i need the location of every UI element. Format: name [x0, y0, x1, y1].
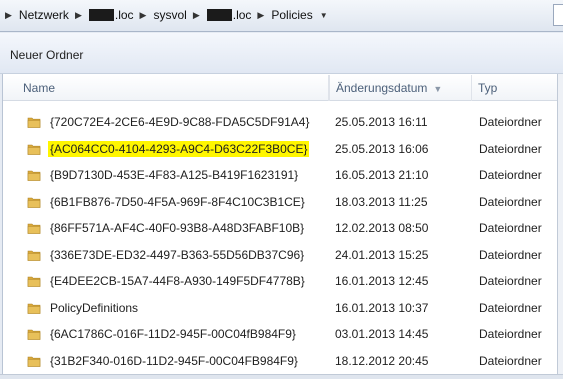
file-rows: {720C72E4-2CE6-4E9D-9C88-FDA5C5DF91A4} 25…	[3, 109, 558, 374]
file-name[interactable]: {86FF571A-AF4C-40F0-93B8-A48D3FABF10B}	[48, 220, 306, 236]
folder-icon	[27, 168, 41, 182]
file-type: Dateiordner	[479, 221, 542, 235]
folder-icon	[27, 115, 41, 129]
window-bottom-edge	[0, 374, 563, 379]
chevron-right-icon[interactable]: ▶	[188, 10, 206, 21]
file-modified-date: 16.01.2013 10:37	[335, 300, 429, 315]
sort-descending-icon: ▼	[433, 84, 443, 94]
file-type: Dateiordner	[479, 327, 542, 341]
file-name[interactable]: {6B1FB876-7D50-4F5A-969F-8F4C10C3B1CE}	[48, 194, 307, 210]
folder-icon	[27, 221, 41, 235]
redaction-bar	[206, 9, 232, 21]
column-header-name[interactable]: Name	[13, 75, 329, 101]
folder-icon	[27, 274, 41, 288]
column-header-date-label: Änderungsdatum	[336, 81, 428, 95]
file-name[interactable]: {6AC1786C-016F-11D2-945F-00C04fB984F9}	[48, 326, 298, 342]
breadcrumb-item-policies[interactable]: Policies	[270, 8, 313, 22]
file-name[interactable]: {336E73DE-ED32-4497-B363-55D56DB37C96}	[48, 247, 306, 263]
table-row[interactable]: {336E73DE-ED32-4497-B363-55D56DB37C96} 24…	[3, 242, 558, 269]
chevron-right-icon[interactable]: ▶	[70, 10, 88, 21]
file-type: Dateiordner	[479, 141, 542, 156]
folder-icon	[27, 354, 41, 368]
breadcrumb-item-domain-2[interactable]: .loc	[206, 8, 253, 22]
folder-icon	[27, 301, 41, 315]
file-type: Dateiordner	[479, 194, 542, 209]
chevron-right-icon[interactable]: ▶	[135, 10, 153, 21]
file-modified-date: 03.01.2013 14:45	[335, 327, 429, 341]
column-header-type-label: Typ	[478, 81, 498, 95]
file-name[interactable]: {31B2F340-016D-11D2-945F-00C04FB984F9}	[48, 353, 300, 369]
table-row[interactable]: PolicyDefinitions 16.01.2013 10:37 Dateior…	[3, 295, 558, 322]
file-modified-date: 12.02.2013 08:50	[335, 221, 429, 235]
breadcrumb-item-network[interactable]: Netzwerk	[18, 8, 70, 22]
table-row[interactable]: {AC064CC0-4104-4293-A9C4-D63C22F3B0CE} 25…	[3, 136, 558, 163]
table-row[interactable]: {720C72E4-2CE6-4E9D-9C88-FDA5C5DF91A4} 25…	[3, 109, 558, 136]
file-name[interactable]: {B9D7130D-453E-4F83-A125-B419F1623191}	[48, 167, 300, 183]
breadcrumb-item-domain-1[interactable]: .loc	[88, 8, 135, 22]
column-header-row: Name Änderungsdatum ▼ Typ	[3, 75, 558, 101]
chevron-down-icon[interactable]: ▼	[314, 11, 328, 20]
table-row[interactable]: {31B2F340-016D-11D2-945F-00C04FB984F9} 18…	[3, 348, 558, 375]
column-header-date[interactable]: Änderungsdatum ▼	[329, 75, 472, 101]
file-modified-date: 25.05.2013 16:11	[335, 115, 428, 129]
file-type: Dateiordner	[479, 274, 542, 288]
table-row[interactable]: {6AC1786C-016F-11D2-945F-00C04fB984F9} 03…	[3, 321, 558, 348]
file-type: Dateiordner	[479, 168, 542, 182]
table-row[interactable]: {E4DEE2CB-15A7-44F8-A930-149F5DF4778B} 16…	[3, 268, 558, 295]
folder-icon	[27, 327, 41, 341]
folder-icon	[27, 195, 41, 209]
column-header-name-label: Name	[23, 81, 56, 95]
file-type: Dateiordner	[479, 247, 542, 262]
chevron-right-icon[interactable]: ▶	[0, 10, 18, 21]
file-name[interactable]: {AC064CC0-4104-4293-A9C4-D63C22F3B0CE}	[48, 140, 310, 157]
folder-icon	[27, 248, 41, 262]
file-name[interactable]: {720C72E4-2CE6-4E9D-9C88-FDA5C5DF91A4}	[48, 114, 311, 130]
file-type: Dateiordner	[479, 115, 542, 129]
file-type: Dateiordner	[479, 300, 542, 315]
address-bar[interactable]: ▶ Netzwerk ▶ .loc ▶ sysvol ▶ .loc ▶ Poli…	[0, 0, 563, 32]
file-type: Dateiordner	[479, 353, 542, 368]
breadcrumb-item-domain-2-label: .loc	[232, 8, 252, 22]
file-name[interactable]: {E4DEE2CB-15A7-44F8-A930-149F5DF4778B}	[48, 273, 307, 289]
address-dropdown-button[interactable]	[553, 4, 563, 26]
redaction-bar	[88, 9, 114, 21]
breadcrumb-item-sysvol[interactable]: sysvol	[152, 8, 187, 22]
file-name[interactable]: PolicyDefinitions	[48, 300, 140, 316]
file-list: Name Änderungsdatum ▼ Typ {720C72E4-2CE6-…	[2, 74, 558, 374]
file-modified-date: 16.01.2013 12:45	[335, 274, 429, 288]
scrollbar-track[interactable]	[557, 74, 563, 379]
table-row[interactable]: {86FF571A-AF4C-40F0-93B8-A48D3FABF10B} 12…	[3, 215, 558, 242]
table-row[interactable]: {B9D7130D-453E-4F83-A125-B419F1623191} 16…	[3, 162, 558, 189]
table-row[interactable]: {6B1FB876-7D50-4F5A-969F-8F4C10C3B1CE} 18…	[3, 189, 558, 216]
file-modified-date: 16.05.2013 21:10	[335, 168, 429, 182]
new-folder-button[interactable]: Neuer Ordner	[6, 45, 87, 65]
file-modified-date: 18.12.2012 20:45	[335, 353, 429, 368]
breadcrumb-item-domain-1-label: .loc	[114, 8, 134, 22]
file-modified-date: 18.03.2013 11:25	[335, 194, 428, 209]
folder-icon	[27, 142, 41, 156]
chevron-right-icon[interactable]: ▶	[252, 10, 270, 21]
file-modified-date: 25.05.2013 16:06	[335, 141, 429, 156]
column-header-type[interactable]: Typ	[472, 75, 558, 101]
command-bar: Neuer Ordner	[0, 33, 563, 74]
file-modified-date: 24.01.2013 15:25	[335, 247, 429, 262]
breadcrumb: ▶ Netzwerk ▶ .loc ▶ sysvol ▶ .loc ▶ Poli…	[0, 5, 328, 25]
